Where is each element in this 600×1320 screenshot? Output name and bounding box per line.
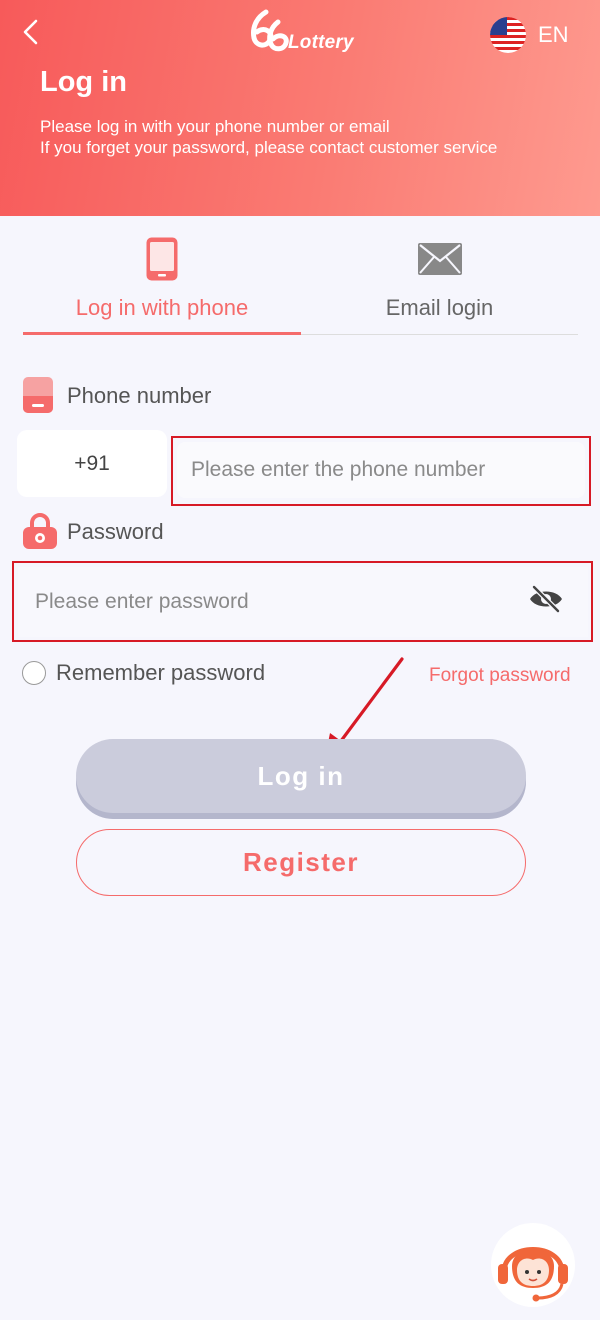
- customer-service-button[interactable]: [490, 1222, 576, 1308]
- envelope-icon: [417, 243, 462, 275]
- forgot-password-link[interactable]: Forgot password: [429, 665, 571, 687]
- language-selector[interactable]: EN: [490, 15, 590, 55]
- logo-text: Lottery: [288, 32, 354, 53]
- remember-password-label: Remember password: [56, 660, 266, 685]
- password-input[interactable]: [18, 567, 588, 637]
- password-label: Password: [67, 519, 164, 544]
- headset-support-icon: [491, 1223, 575, 1307]
- lock-icon: [23, 513, 57, 549]
- back-arrow-icon: [23, 19, 38, 45]
- tab-email-login[interactable]: Email login: [301, 230, 578, 336]
- toggle-password-visibility[interactable]: [528, 584, 564, 614]
- phone-field-icon: [23, 377, 53, 413]
- description-line-2: If you forget your password, please cont…: [40, 138, 498, 157]
- password-input-highlight: [12, 561, 593, 642]
- tab-email-label: Email login: [385, 295, 494, 320]
- phone-input-highlight: [171, 436, 591, 506]
- login-button[interactable]: Log in: [76, 739, 526, 813]
- remember-radio[interactable]: [22, 661, 46, 685]
- register-button[interactable]: Register: [76, 829, 526, 896]
- logo-66-icon: [251, 9, 289, 52]
- login-description: Please log in with your phone number or …: [40, 116, 497, 158]
- back-button[interactable]: [16, 16, 48, 48]
- page-title: Log in: [40, 66, 127, 98]
- app-logo: Lottery: [248, 6, 358, 58]
- language-label: EN: [538, 22, 569, 47]
- eye-off-icon: [530, 585, 562, 613]
- us-flag-icon: [490, 17, 526, 53]
- header: Lottery EN Log in Please log in with you…: [0, 0, 600, 216]
- phone-number-label: Phone number: [67, 383, 212, 408]
- active-tab-indicator: [23, 332, 301, 335]
- phone-icon: [146, 237, 178, 281]
- country-code-selector[interactable]: +91: [17, 430, 167, 497]
- tab-phone-label: Log in with phone: [75, 295, 249, 320]
- description-line-1: Please log in with your phone number or …: [40, 117, 390, 136]
- phone-input[interactable]: [177, 442, 585, 498]
- tab-phone-login[interactable]: Log in with phone: [23, 230, 301, 336]
- tab-divider: [301, 334, 578, 335]
